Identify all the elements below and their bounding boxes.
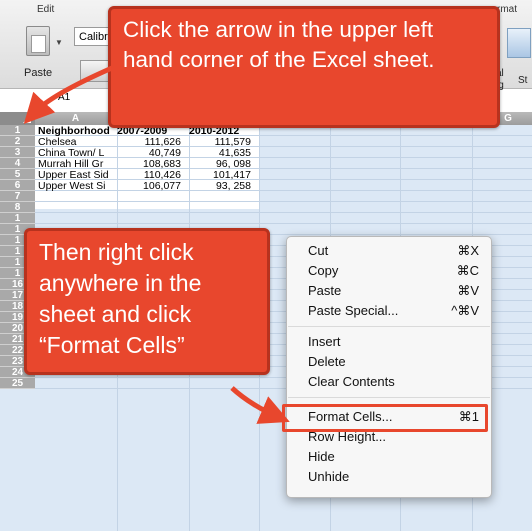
annotation-arrows <box>23 65 290 424</box>
arrow-to-format-cells <box>230 386 290 424</box>
arrow-to-corner <box>23 65 114 124</box>
